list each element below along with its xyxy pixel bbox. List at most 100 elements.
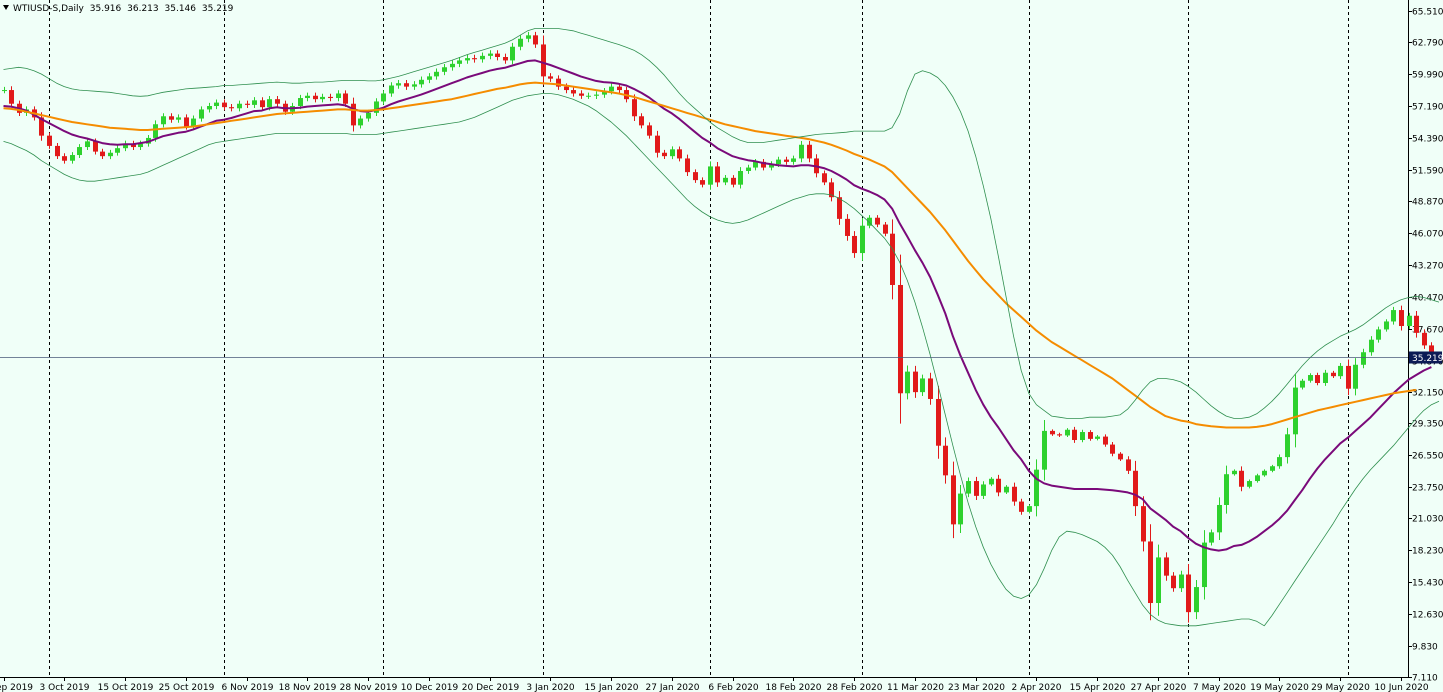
candle-body bbox=[298, 98, 303, 107]
candle-body bbox=[586, 95, 591, 97]
candle-body bbox=[1232, 470, 1237, 475]
candle-body bbox=[920, 378, 925, 393]
candle-body bbox=[1110, 444, 1115, 454]
candle-body bbox=[480, 55, 485, 60]
candle-body bbox=[685, 158, 690, 173]
candle-body bbox=[336, 93, 341, 99]
y-tick-label: 54.390 bbox=[1412, 135, 1443, 145]
candle-body bbox=[510, 46, 515, 61]
candle-body bbox=[518, 38, 523, 47]
candle-body bbox=[245, 103, 250, 105]
candle-body bbox=[222, 102, 227, 108]
candle-body bbox=[1391, 310, 1396, 322]
candle-body bbox=[1255, 475, 1260, 482]
candle-body bbox=[237, 103, 242, 109]
x-tick-label: 18 Nov 2019 bbox=[279, 683, 337, 692]
candle-body bbox=[1194, 587, 1199, 613]
candle-body bbox=[267, 99, 272, 108]
candle-body bbox=[161, 116, 166, 125]
candle-body bbox=[609, 86, 614, 92]
candle-body bbox=[412, 84, 417, 87]
x-tick-label: 2 Apr 2020 bbox=[1012, 683, 1062, 692]
symbol-label: WTIUSD-S,Daily bbox=[13, 4, 84, 14]
candle-body bbox=[526, 35, 531, 39]
x-tick-label: 10 Dec 2019 bbox=[401, 683, 459, 692]
candle-body bbox=[890, 233, 895, 285]
candle-body bbox=[1262, 470, 1267, 476]
candle-body bbox=[214, 102, 219, 107]
candle-body bbox=[70, 155, 75, 161]
y-tick-label: 12.630 bbox=[1412, 611, 1443, 621]
candle-body bbox=[708, 166, 713, 185]
candle-body bbox=[1004, 486, 1009, 493]
candle-body bbox=[905, 371, 910, 394]
candle-body bbox=[260, 100, 265, 108]
candle-body bbox=[389, 85, 394, 94]
candle-body bbox=[784, 159, 789, 162]
candle-body bbox=[845, 218, 850, 236]
candle-body bbox=[776, 159, 781, 165]
x-tick-label: 27 Apr 2020 bbox=[1131, 683, 1187, 692]
x-tick-label: 11 Mar 2020 bbox=[887, 683, 944, 692]
candle-body bbox=[837, 197, 842, 219]
candle-body bbox=[928, 378, 933, 399]
candle-body bbox=[404, 83, 409, 87]
candle-body bbox=[1384, 321, 1389, 330]
candle-body bbox=[488, 53, 493, 56]
candle-body bbox=[548, 76, 553, 79]
candle-body bbox=[457, 60, 462, 64]
candle-body bbox=[343, 93, 348, 104]
candle-body bbox=[1186, 574, 1191, 613]
candle-body bbox=[9, 90, 14, 104]
ohlc-high: 36.213 bbox=[127, 4, 159, 14]
candle-body bbox=[943, 445, 948, 476]
candle-body bbox=[1376, 329, 1381, 340]
y-tick-label: 59.990 bbox=[1412, 71, 1443, 81]
candle-body bbox=[723, 177, 728, 183]
candle-body bbox=[472, 58, 477, 60]
x-tick-label: 3 Oct 2019 bbox=[40, 683, 90, 692]
candle-body bbox=[305, 95, 310, 99]
candle-body bbox=[184, 117, 189, 127]
candle-body bbox=[2, 90, 7, 92]
candle-body bbox=[533, 35, 538, 45]
candle-body bbox=[1353, 364, 1358, 389]
candle-body bbox=[571, 90, 576, 94]
candle-body bbox=[1293, 387, 1298, 435]
x-tick-label: 15 Oct 2019 bbox=[98, 683, 154, 692]
x-tick-label: 3 Jan 2020 bbox=[526, 683, 574, 692]
candle-body bbox=[1239, 470, 1244, 487]
candle-body bbox=[1407, 315, 1412, 327]
candle-body bbox=[1224, 474, 1229, 505]
candle-body bbox=[199, 109, 204, 119]
y-tick-label: 9.830 bbox=[1412, 643, 1438, 653]
candle-body bbox=[396, 83, 401, 86]
candle-body bbox=[807, 144, 812, 159]
candle-body bbox=[1202, 542, 1207, 588]
candle-body bbox=[108, 152, 113, 157]
candle-body bbox=[351, 103, 356, 126]
candle-body bbox=[632, 99, 637, 117]
x-tick-label: 6 Nov 2019 bbox=[222, 683, 274, 692]
candle-body bbox=[731, 177, 736, 185]
dropdown-triangle-icon[interactable] bbox=[3, 5, 9, 10]
candle-body bbox=[1369, 339, 1374, 353]
y-tick-label: 18.230 bbox=[1412, 547, 1443, 557]
candle-body bbox=[1012, 486, 1017, 502]
candle-body bbox=[252, 100, 257, 105]
candle-body bbox=[442, 67, 447, 72]
candle-body bbox=[594, 94, 599, 96]
x-tick-label: 10 Jun 2020 bbox=[1374, 683, 1428, 692]
x-tick-label: 28 Feb 2020 bbox=[826, 683, 882, 692]
price-chart[interactable]: 65.510 62.790 59.990 57.190 54.390 51.590 48.8… bbox=[0, 0, 1443, 692]
candle-body bbox=[229, 107, 234, 109]
candle-body bbox=[503, 56, 508, 61]
y-tick-label: 21.030 bbox=[1412, 515, 1443, 525]
y-tick-label: 46.070 bbox=[1412, 230, 1443, 240]
candle-body bbox=[1217, 504, 1222, 533]
candle-body bbox=[1277, 457, 1282, 467]
x-tick-label: 15 Apr 2020 bbox=[1070, 683, 1126, 692]
candle-body bbox=[715, 166, 720, 183]
x-tick-label: 28 Nov 2019 bbox=[340, 683, 398, 692]
chart-area[interactable]: 65.510 62.790 59.990 57.190 54.390 51.590 48.8… bbox=[0, 0, 1443, 692]
